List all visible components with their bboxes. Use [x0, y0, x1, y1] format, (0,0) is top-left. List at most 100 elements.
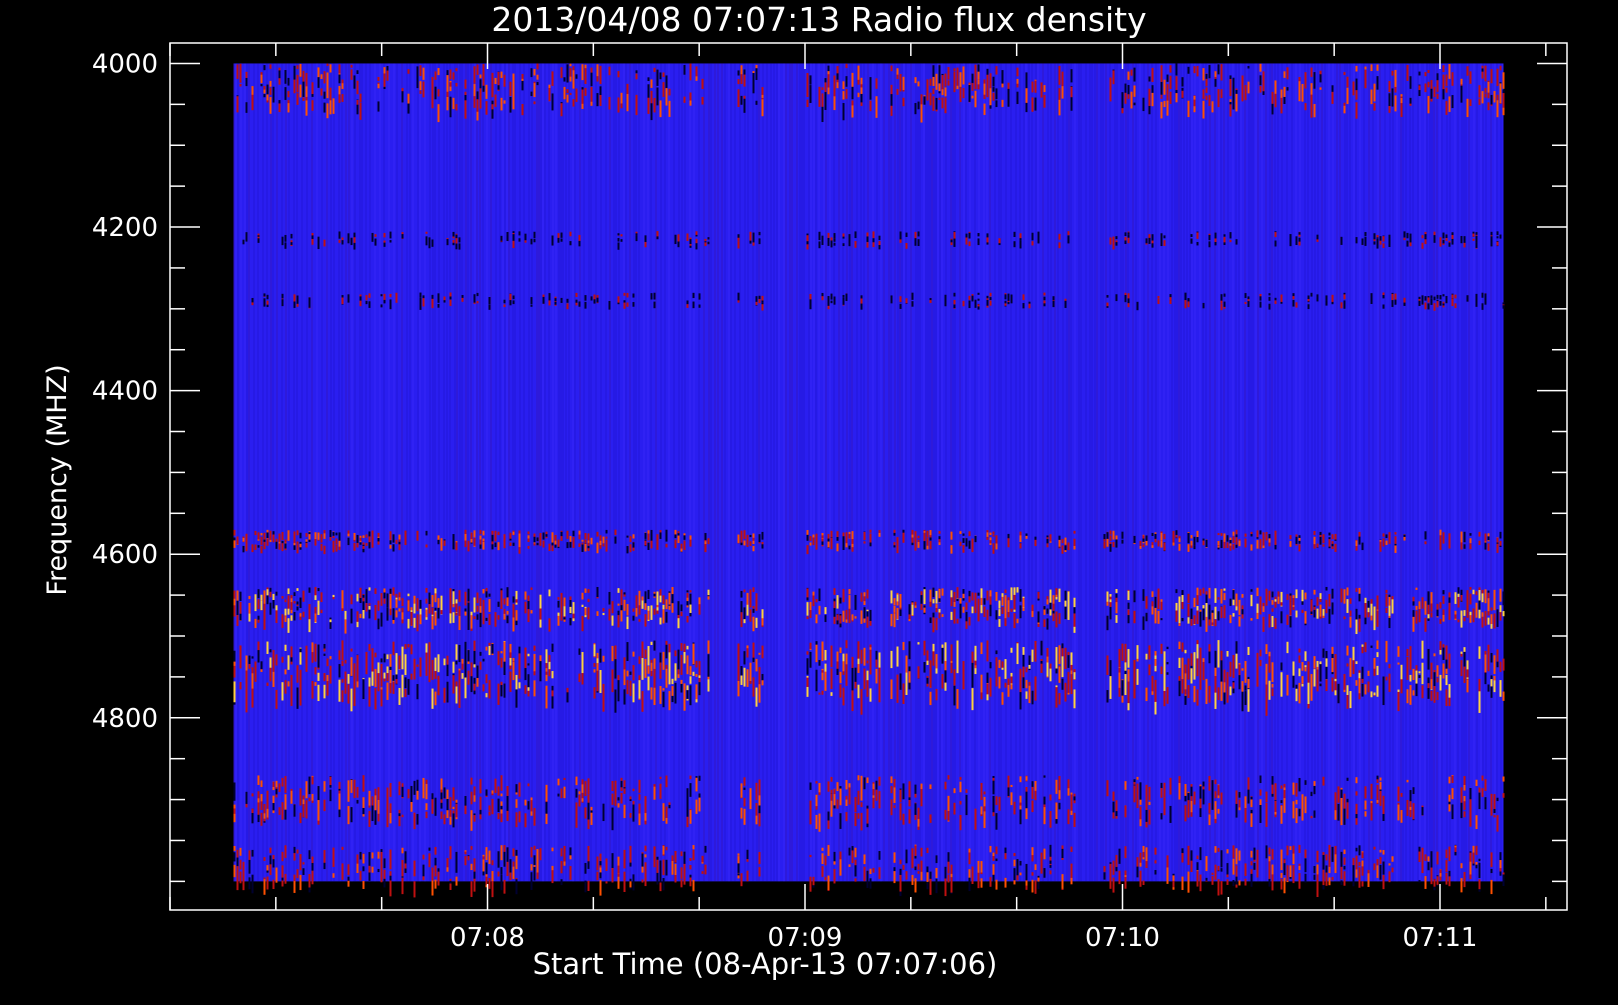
- heatmap-cell: [575, 91, 578, 102]
- heatmap-cell: [626, 604, 629, 611]
- heatmap-cell: [1235, 593, 1238, 608]
- heatmap-cell: [1043, 292, 1046, 296]
- heatmap-cell: [1064, 537, 1067, 545]
- heatmap-cell: [566, 303, 569, 310]
- heatmap-cell: [935, 654, 938, 670]
- heatmap-cell: [1502, 591, 1505, 606]
- heatmap-cell: [971, 688, 974, 711]
- heatmap-cell: [1133, 674, 1136, 696]
- heatmap-cell: [473, 650, 476, 665]
- heatmap-cell: [1478, 590, 1481, 601]
- heatmap-cell: [1109, 240, 1112, 245]
- heatmap-cell: [1409, 76, 1412, 89]
- heatmap-cell: [308, 587, 311, 593]
- heatmap-cell: [938, 531, 941, 534]
- heatmap-cell: [431, 95, 434, 109]
- heatmap-cell: [431, 76, 434, 95]
- heatmap-cell: [524, 240, 527, 243]
- heatmap-cell: [1295, 610, 1298, 618]
- heatmap-cell: [1436, 301, 1439, 308]
- heatmap-cell: [1460, 619, 1463, 628]
- heatmap-cell: [431, 239, 434, 246]
- heatmap-cell: [608, 302, 611, 310]
- heatmap-cell: [758, 238, 761, 245]
- heatmap-streak: [379, 63, 381, 882]
- heatmap-cell: [1370, 293, 1373, 297]
- heatmap-cell: [494, 542, 497, 548]
- heatmap-cell: [344, 610, 347, 620]
- heatmap-cell: [320, 543, 323, 551]
- heatmap-cell: [1364, 684, 1367, 693]
- heatmap-cell: [1262, 91, 1265, 95]
- heatmap-cell: [569, 545, 572, 548]
- heatmap-cell: [290, 646, 293, 665]
- heatmap-cell: [557, 597, 560, 600]
- heatmap-cell: [686, 590, 689, 593]
- heatmap-cell: [287, 588, 290, 595]
- heatmap-cell: [1229, 235, 1232, 239]
- heatmap-cell: [275, 654, 278, 666]
- heatmap-cell: [1466, 98, 1469, 118]
- heatmap-cell: [740, 530, 743, 539]
- heatmap-cell: [392, 534, 395, 543]
- heatmap-cell: [932, 65, 935, 77]
- heatmap-cell: [812, 534, 815, 538]
- heatmap-cell: [248, 595, 251, 600]
- heatmap-cell: [389, 666, 392, 670]
- heatmap-cell: [527, 545, 530, 549]
- heatmap-cell: [1160, 666, 1163, 675]
- heatmap-cell: [1343, 72, 1346, 76]
- heatmap-cell: [1427, 591, 1430, 607]
- heatmap-cell: [1031, 241, 1034, 246]
- heatmap-cell: [281, 682, 284, 701]
- heatmap-streak: [1132, 63, 1134, 882]
- heatmap-cell: [1250, 531, 1253, 535]
- heatmap-streak: [1235, 63, 1237, 882]
- heatmap-cell: [863, 668, 866, 690]
- heatmap-cell: [326, 63, 329, 66]
- heatmap-cell: [1274, 240, 1277, 243]
- heatmap-streak: [1159, 63, 1161, 882]
- heatmap-cell: [1442, 614, 1445, 622]
- heatmap-streak: [461, 63, 463, 882]
- heatmap-cell: [929, 530, 932, 536]
- heatmap-streak: [288, 63, 290, 882]
- heatmap-streak: [542, 63, 544, 882]
- heatmap-cell: [695, 660, 698, 668]
- heatmap-streak: [1042, 63, 1044, 882]
- heatmap-cell: [1430, 295, 1433, 299]
- heatmap-cell: [347, 530, 350, 534]
- heatmap-cell: [1235, 537, 1238, 545]
- heatmap-cell: [581, 652, 584, 674]
- heatmap-cell: [1286, 87, 1289, 91]
- heatmap-streak: [1389, 63, 1391, 882]
- heatmap-cell: [1313, 656, 1316, 669]
- heatmap-cell: [1061, 648, 1064, 654]
- heatmap-cell: [902, 642, 905, 651]
- heatmap-cell: [500, 590, 503, 597]
- heatmap-cell: [1427, 648, 1430, 670]
- heatmap-cell: [437, 304, 440, 308]
- heatmap-cell: [1220, 294, 1223, 301]
- heatmap-cell: [989, 532, 992, 535]
- heatmap-cell: [437, 654, 440, 666]
- heatmap-cell: [899, 594, 902, 608]
- heatmap-cell: [1268, 296, 1271, 301]
- heatmap-cell: [338, 240, 341, 243]
- heatmap-cell: [644, 649, 647, 658]
- heatmap-cell: [899, 296, 902, 302]
- heatmap-cell: [1166, 662, 1169, 665]
- heatmap-cell: [455, 612, 458, 616]
- heatmap-cell: [1346, 599, 1349, 613]
- heatmap-cell: [452, 543, 455, 550]
- heatmap-cell: [1319, 664, 1322, 682]
- heatmap-cell: [1244, 691, 1247, 706]
- heatmap-streak: [1000, 63, 1002, 882]
- heatmap-cell: [1187, 532, 1190, 541]
- heatmap-cell: [257, 589, 260, 599]
- heatmap-cell: [281, 293, 284, 299]
- heatmap-cell: [1160, 235, 1163, 242]
- heatmap-cell: [758, 231, 761, 236]
- heatmap-cell: [656, 69, 659, 86]
- heatmap-cell: [275, 605, 278, 611]
